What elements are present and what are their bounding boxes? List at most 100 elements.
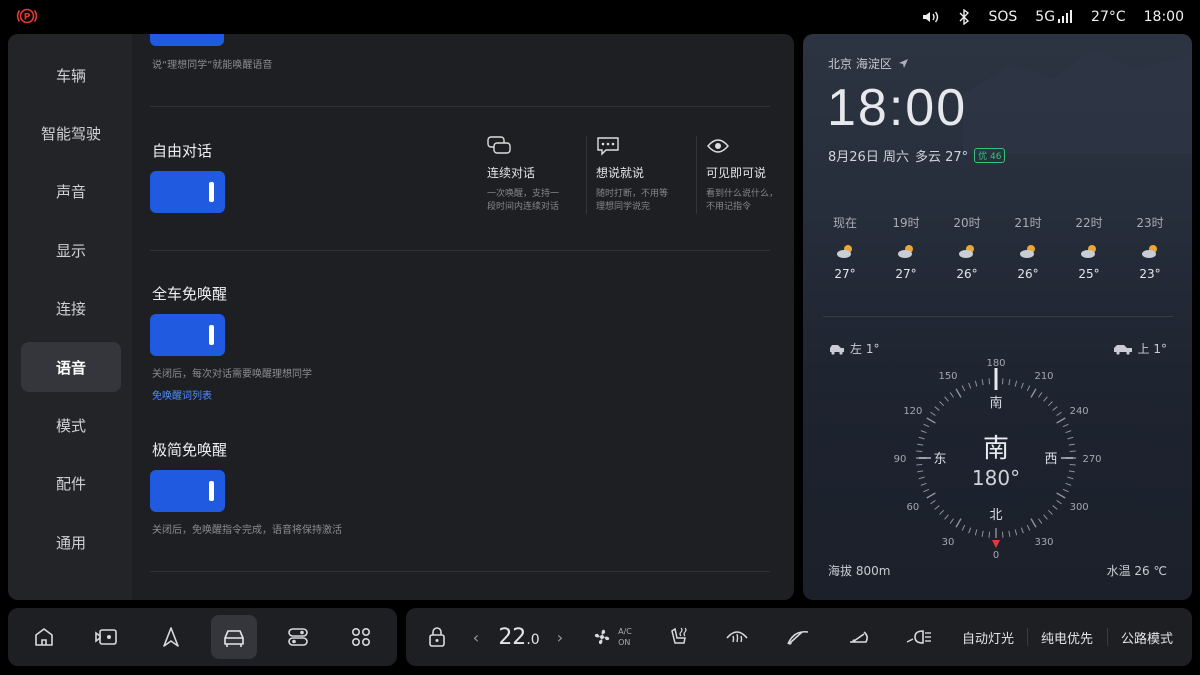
ev-priority-button[interactable]: 纯电优先 — [1037, 608, 1097, 666]
compass-tick — [1030, 388, 1037, 398]
hourly-forecast-item: 现在 27° — [825, 214, 865, 281]
compass-tick — [1056, 492, 1066, 499]
compass-tick — [968, 382, 972, 389]
compass-tick — [920, 482, 927, 486]
bluetooth-icon[interactable] — [958, 8, 970, 25]
car-button[interactable] — [211, 615, 257, 659]
svg-text:P: P — [24, 13, 31, 23]
sos-button[interactable]: SOS — [988, 9, 1017, 25]
compass-tick — [916, 463, 923, 466]
lights-button[interactable] — [902, 608, 936, 666]
home-button[interactable] — [21, 615, 67, 659]
compass-degree-label: 240 — [1070, 406, 1089, 417]
sidebar-item-vehicle[interactable]: 车辆 — [21, 50, 121, 100]
compass-tick — [917, 443, 924, 446]
divider — [150, 250, 770, 251]
compass-degree-label: 210 — [1034, 371, 1053, 382]
no-wake-all-toggle[interactable] — [150, 314, 225, 356]
seat-heating-button[interactable] — [664, 608, 694, 666]
hour-label: 22时 — [1075, 216, 1103, 230]
temp-decrease-button[interactable]: ‹ — [468, 608, 484, 666]
compass-tick — [1065, 430, 1072, 434]
eye-icon — [706, 136, 782, 158]
hourly-forecast-item: 23时 23° — [1130, 214, 1170, 281]
compass-heading-label: 南 — [983, 434, 1009, 464]
feature-desc-line: 一次唤醒，支持一 — [487, 189, 560, 199]
compass-tick — [939, 401, 945, 407]
settings-sidebar: 车辆 智能驾驶 声音 显示 连接 语音 模式 配件 通用 — [8, 34, 132, 600]
weather-panel[interactable]: 北京 海淀区 18:00 8月26日 周六 多云 27° 优 46 现在 27°… — [803, 34, 1192, 600]
weather-location: 北京 海淀区 — [828, 55, 909, 72]
compass-tick — [1030, 518, 1037, 528]
sidebar-item-mode[interactable]: 模式 — [21, 400, 121, 450]
sidebar-item-smart-driving[interactable]: 智能驾驶 — [21, 108, 121, 158]
compass-degree-label: 180 — [986, 358, 1005, 369]
wake-word-hint: 说“理想同学”就能唤醒语音 — [152, 60, 273, 71]
temp-increase-button[interactable]: › — [552, 608, 568, 666]
divider — [696, 136, 697, 214]
water-temperature: 水温 26 ℃ — [1106, 564, 1167, 578]
front-defrost-button[interactable] — [722, 608, 752, 666]
sidebar-item-sound[interactable]: 声音 — [21, 166, 121, 216]
fan-ac-button[interactable]: A/C ON — [586, 608, 636, 666]
lock-button[interactable] — [424, 608, 450, 666]
compass-tick — [934, 406, 940, 411]
rear-wiper-button[interactable] — [844, 608, 874, 666]
hour-temp: 27° — [895, 267, 917, 281]
feature-continuous-dialog: 连续对话 一次唤醒，支持一 段时间内连续对话 — [487, 136, 579, 214]
camera-button[interactable] — [84, 615, 130, 659]
headlight-icon — [906, 630, 931, 644]
outside-temperature: 27°C — [1091, 8, 1126, 25]
wiper-icon — [787, 630, 809, 645]
feature-title: 想说就说 — [596, 166, 645, 180]
compass-degree-label: 60 — [906, 502, 919, 513]
sidebar-item-voice[interactable]: 语音 — [21, 342, 121, 392]
sidebar-item-display[interactable]: 显示 — [21, 225, 121, 275]
minimal-no-wake-toggle[interactable] — [150, 470, 225, 512]
apps-button[interactable] — [338, 615, 384, 659]
hour-temp: 23° — [1139, 267, 1161, 281]
road-mode-button[interactable]: 公路模式 — [1117, 608, 1177, 666]
car-icon — [224, 630, 244, 647]
temperature-display: 22.0 — [494, 608, 544, 666]
feature-desc-line: 段时间内连续对话 — [487, 202, 560, 212]
weather-date-line: 8月26日 周六 多云 27° 优 46 — [828, 146, 1006, 165]
hour-label: 现在 — [832, 216, 857, 230]
partly-cloudy-icon — [1079, 243, 1099, 259]
divider — [150, 571, 770, 572]
no-wake-word-list-link[interactable]: 免唤醒词列表 — [152, 387, 212, 402]
toggle-button[interactable] — [275, 615, 321, 659]
compass-tick — [955, 518, 962, 528]
camera-icon — [95, 629, 117, 645]
app-dock — [8, 608, 397, 666]
free-dialog-toggle[interactable] — [150, 171, 225, 213]
wake-word-toggle[interactable] — [150, 34, 224, 46]
date-label: 8月26日 周六 — [828, 150, 909, 165]
wiper-button[interactable] — [782, 608, 812, 666]
compass-north-marker — [992, 540, 1000, 548]
ac-state: ON — [618, 638, 631, 647]
hour-temp: 27° — [834, 267, 856, 281]
toggle-knob — [209, 481, 214, 501]
sidebar-item-accessories[interactable]: 配件 — [21, 458, 121, 508]
compass-tick — [988, 531, 991, 538]
compass-tick — [988, 378, 991, 385]
sidebar-item-connection[interactable]: 连接 — [21, 283, 121, 333]
compass-tick — [1067, 436, 1074, 440]
chat-bubbles-icon — [487, 136, 579, 158]
compass-tick — [1069, 450, 1076, 453]
sidebar-item-general[interactable]: 通用 — [21, 517, 121, 567]
auto-light-button[interactable]: 自动灯光 — [958, 608, 1018, 666]
hour-label: 20时 — [953, 216, 981, 230]
navigation-button[interactable] — [148, 615, 194, 659]
compass-tick — [926, 492, 936, 499]
partly-cloudy-icon — [896, 243, 916, 259]
compass-tick — [934, 505, 940, 510]
no-wake-all-title: 全车免唤醒 — [152, 285, 228, 303]
feature-see-and-say: 可见即可说 看到什么说什么， 不用记指令 — [706, 136, 782, 214]
volume-icon[interactable] — [922, 10, 940, 24]
rear-wiper-icon — [850, 631, 868, 643]
navigation-icon — [163, 627, 179, 647]
seat-heat-icon — [671, 627, 687, 644]
compass-tick — [923, 488, 930, 493]
